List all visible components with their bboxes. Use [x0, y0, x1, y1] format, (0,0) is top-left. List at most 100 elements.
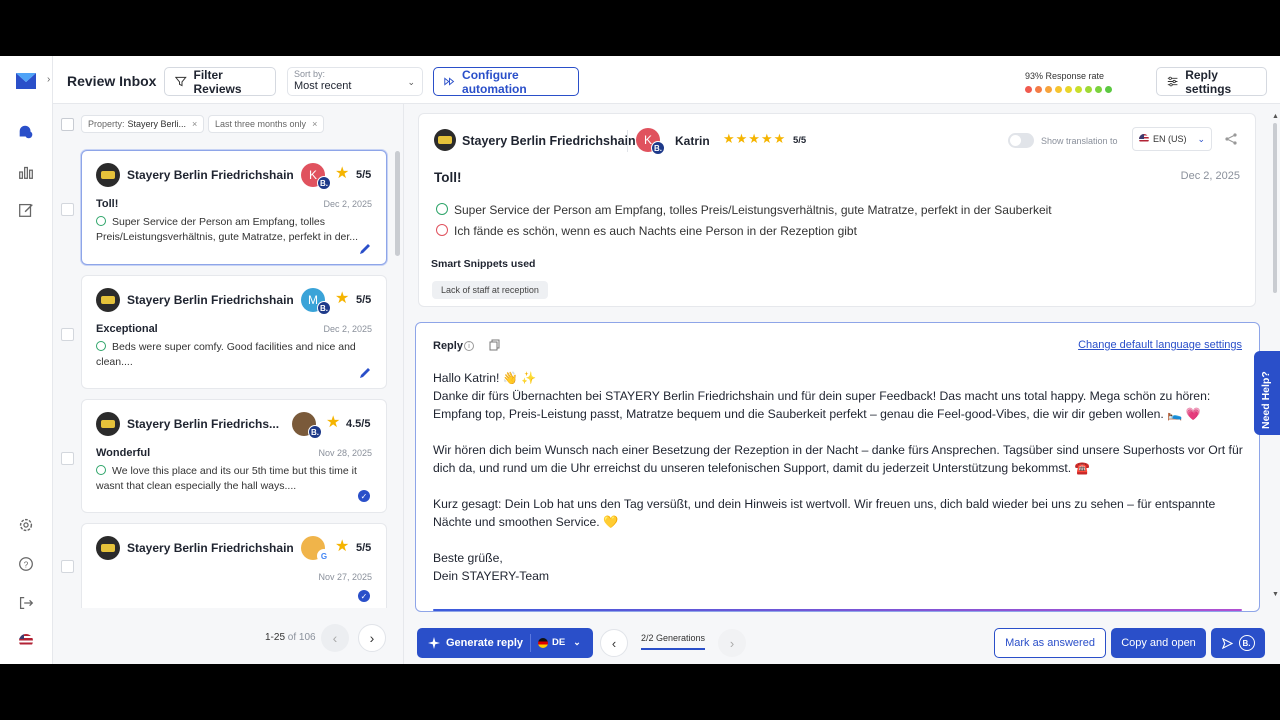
copy-icon[interactable] — [489, 339, 501, 351]
row-checkbox[interactable] — [61, 560, 74, 573]
generations-indicator — [641, 648, 705, 650]
detail-property: Stayery Berlin Friedrichshain — [462, 134, 636, 148]
app-logo-icon[interactable] — [13, 68, 39, 94]
filter-reviews-label: Filter Reviews — [193, 67, 242, 96]
configure-automation-button[interactable]: Configure automation — [433, 67, 579, 96]
send-icon — [1221, 637, 1233, 649]
review-title: Toll! — [96, 198, 119, 210]
booking-badge: B. — [651, 141, 665, 155]
next-generation-button[interactable]: › — [718, 629, 746, 657]
generate-reply-label: Generate reply — [446, 637, 524, 649]
review-card[interactable]: Stayery Berlin Friedrichs... B. ★ 4.5/5 … — [81, 399, 387, 513]
german-flag-icon — [538, 637, 548, 648]
review-snippet: Beds were super comfy. Good facilities a… — [96, 341, 356, 368]
star-icon: ★ — [335, 538, 350, 555]
reply-paragraph: Danke dir fürs Übernachten bei STAYERY B… — [433, 389, 1211, 421]
select-all-checkbox[interactable] — [61, 118, 74, 131]
filter-reviews-button[interactable]: Filter Reviews — [164, 67, 276, 96]
pencil-icon[interactable] — [358, 242, 372, 256]
review-property: Stayery Berlin Friedrichshain — [127, 293, 294, 307]
review-score: 5/5 — [356, 169, 372, 181]
star-icon: ★ — [326, 414, 341, 431]
smart-snippet-chip[interactable]: Lack of staff at reception — [432, 281, 548, 299]
property-filter-chip[interactable]: Property: Stayery Berli... × — [81, 115, 205, 133]
review-card[interactable]: Stayery Berlin Friedrichshain M B. ★ 5/5… — [81, 275, 387, 389]
reply-label: Reply — [433, 340, 463, 352]
collapse-chevron-icon[interactable]: › — [47, 74, 50, 85]
reply-settings-label: Reply settings — [1185, 67, 1232, 96]
reply-settings-button[interactable]: Reply settings — [1156, 67, 1267, 96]
response-rate-dots — [1025, 86, 1112, 93]
reply-editor[interactable]: Reply i Change default language settings… — [415, 322, 1260, 612]
settings-gear-icon[interactable] — [14, 513, 38, 537]
send-reply-button[interactable]: B. — [1211, 628, 1265, 658]
help-icon[interactable]: ? — [14, 552, 38, 576]
share-icon[interactable] — [1224, 132, 1238, 146]
answered-check-icon: ✓ — [358, 590, 370, 602]
active-filters: Property: Stayery Berli... × Last three … — [53, 112, 403, 138]
review-date: Nov 28, 2025 — [318, 448, 372, 458]
previous-page-button[interactable]: ‹ — [321, 624, 349, 652]
review-date: Dec 2, 2025 — [323, 324, 372, 334]
review-card[interactable]: Stayery Berlin Friedrichshain G ★ 5/5 No… — [81, 523, 387, 608]
analytics-nav-icon[interactable] — [14, 160, 38, 184]
reply-text[interactable]: Hallo Katrin! 👋 ✨ Danke dir fürs Übernach… — [433, 369, 1251, 603]
pencil-icon[interactable] — [358, 366, 372, 380]
star-icon: ★ — [335, 165, 350, 182]
review-detail: Stayery Berlin Friedrichshain K B. Katri… — [418, 113, 1256, 307]
next-page-button[interactable]: › — [358, 624, 386, 652]
review-property: Stayery Berlin Friedrichshain — [127, 541, 294, 555]
translation-toggle[interactable] — [1008, 133, 1034, 148]
translation-language-select[interactable]: EN (US) ⌄ — [1132, 127, 1212, 151]
star-rating-icon: ★★★★★ — [723, 131, 787, 146]
review-snippet: We love this place and its our 5th time … — [96, 465, 357, 492]
property-logo — [96, 536, 120, 560]
translation-label: Show translation to — [1041, 136, 1118, 146]
compose-nav-icon[interactable] — [14, 198, 38, 222]
chevron-down-icon: ⌄ — [407, 77, 415, 87]
row-checkbox[interactable] — [61, 452, 74, 465]
reply-greeting: Hallo Katrin! 👋 ✨ — [433, 371, 537, 385]
remove-property-filter-icon[interactable]: × — [192, 119, 197, 129]
property-logo — [96, 288, 120, 312]
sort-select[interactable]: Sort by: Most recent ⌄ — [287, 67, 423, 96]
pagination-info: 1-25 of 106 — [265, 632, 316, 643]
scroll-down-icon[interactable]: ▼ — [1272, 591, 1279, 598]
row-checkbox[interactable] — [61, 203, 74, 216]
property-logo — [96, 412, 120, 436]
mark-as-answered-button[interactable]: Mark as answered — [994, 628, 1106, 658]
positive-feedback: Super Service der Person am Empfang, tol… — [436, 203, 1052, 217]
top-header: › Review Inbox Filter Reviews Sort by: M… — [47, 56, 1280, 104]
detail-score: 5/5 — [793, 135, 807, 146]
scroll-up-icon[interactable]: ▲ — [1272, 113, 1279, 120]
property-logo — [96, 163, 120, 187]
need-help-button[interactable]: Need Help? — [1254, 351, 1280, 435]
response-rate-dot — [1045, 86, 1052, 93]
row-checkbox[interactable] — [61, 328, 74, 341]
generate-language-select[interactable]: DE ⌄ — [538, 637, 581, 648]
generate-reply-button[interactable]: Generate reply DE ⌄ — [417, 628, 593, 658]
remove-date-filter-icon[interactable]: × — [312, 119, 317, 129]
change-language-settings-link[interactable]: Change default language settings — [1078, 339, 1242, 351]
logout-icon[interactable] — [14, 591, 38, 615]
reply-paragraph: Kurz gesagt: Dein Lob hat uns den Tag ve… — [433, 497, 1216, 529]
us-flag-language-icon[interactable] — [14, 629, 38, 653]
response-rate-dot — [1095, 86, 1102, 93]
chevron-down-icon: ⌄ — [1197, 133, 1205, 144]
positive-smile-icon — [96, 216, 106, 226]
review-card[interactable]: Stayery Berlin Friedrichshain K B. ★ 5/5… — [81, 150, 387, 265]
reviews-nav-icon[interactable] — [14, 120, 38, 144]
list-scrollbar[interactable] — [395, 151, 400, 256]
previous-generation-button[interactable]: ‹ — [600, 629, 628, 657]
review-property: Stayery Berlin Friedrichs... — [127, 417, 280, 431]
date-filter-chip[interactable]: Last three months only × — [208, 115, 325, 133]
positive-smile-icon — [96, 465, 106, 475]
app-window: ? › Review Inbox Filter Reviews Sort by:… — [0, 56, 1280, 664]
scrollbar-thumb[interactable] — [1273, 123, 1277, 293]
info-icon[interactable]: i — [464, 341, 474, 351]
review-property: Stayery Berlin Friedrichshain — [127, 168, 294, 182]
positive-smile-icon — [96, 341, 106, 351]
detail-date: Dec 2, 2025 — [1180, 170, 1240, 182]
copy-and-open-button[interactable]: Copy and open — [1111, 628, 1206, 658]
response-rate-dot — [1035, 86, 1042, 93]
